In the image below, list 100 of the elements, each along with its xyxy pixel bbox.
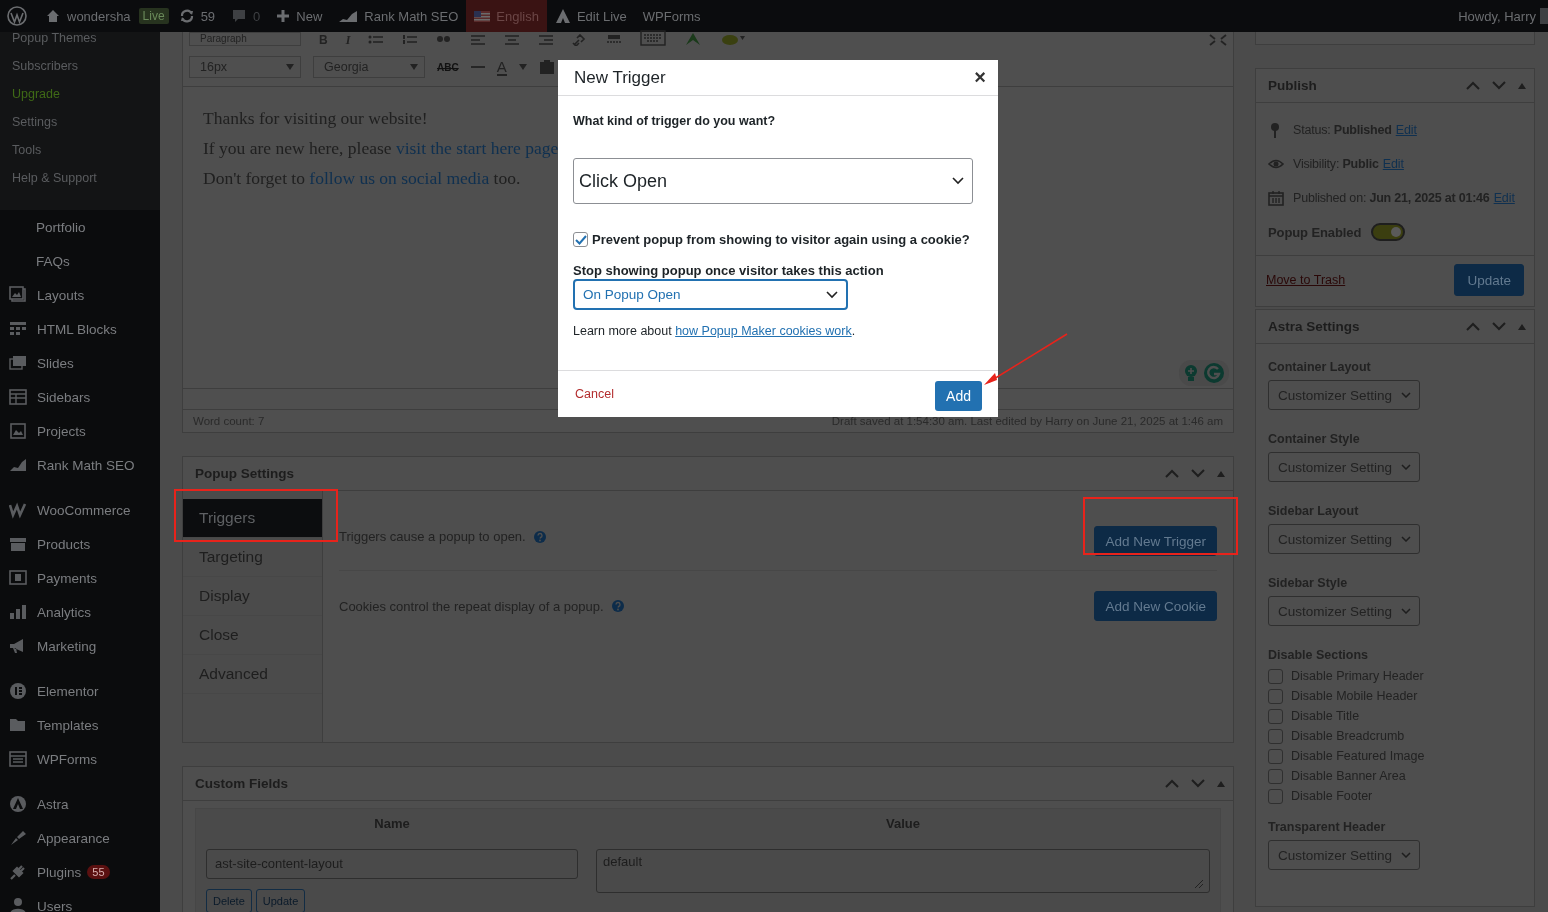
sidebar-item[interactable]: Plugins 55	[0, 855, 160, 889]
site-link[interactable]: wondersha	[37, 0, 139, 32]
chevron-up-icon[interactable]	[1466, 322, 1480, 331]
sidebar-item[interactable]: Templates	[0, 708, 160, 742]
submenu-item[interactable]: Tools	[0, 144, 160, 172]
sidebar-item[interactable]: Slides	[0, 346, 160, 380]
sidebar-item[interactable]: Rank Math SEO	[0, 448, 160, 482]
table-icon	[9, 388, 27, 406]
checkbox-label: Prevent popup from showing to visitor again using a cookie?	[592, 232, 970, 247]
bar-chart-icon	[9, 456, 27, 474]
checkbox[interactable]	[1268, 688, 1283, 704]
question-label: What kind of trigger do you want?	[573, 114, 777, 128]
field-button[interactable]: Delete	[206, 889, 252, 912]
new-link[interactable]: New	[268, 0, 331, 32]
sidebar-item[interactable]: WooCommerce	[0, 493, 160, 527]
triangle-up-icon[interactable]	[1217, 780, 1225, 787]
align-right-icon[interactable]	[538, 34, 555, 46]
resize-handle-icon	[1195, 880, 1203, 888]
align-center-icon[interactable]	[504, 34, 521, 46]
help-icon	[611, 600, 624, 612]
lightbulb-icon[interactable]	[1183, 364, 1199, 382]
help-text: .	[851, 324, 856, 338]
close-button[interactable]: ×	[974, 66, 986, 89]
strikethrough-button[interactable]: ABC	[437, 61, 459, 73]
checkbox[interactable]	[1268, 708, 1283, 724]
bullet-list-icon[interactable]	[368, 34, 385, 46]
chevron-down-icon[interactable]	[1492, 81, 1506, 90]
help-text: Learn more about	[573, 324, 673, 338]
image-icon	[9, 422, 27, 440]
submenu-item[interactable]: Help & Support	[0, 172, 160, 200]
chevron-up-icon[interactable]	[1165, 469, 1179, 478]
grammar-check-icon[interactable]	[1203, 362, 1225, 384]
trigger-type-dropdown[interactable]: Click Open	[573, 158, 973, 204]
sidebar-item[interactable]: Appearance	[0, 821, 160, 855]
plug-icon	[9, 863, 27, 881]
read-more-icon[interactable]	[606, 34, 623, 46]
field-button[interactable]: Update	[255, 889, 306, 912]
chevron-down-icon[interactable]	[1191, 469, 1205, 478]
sidebar-item[interactable]: HTML Blocks	[0, 312, 160, 346]
checkbox[interactable]	[1268, 748, 1283, 764]
sidebar-item[interactable]: Elementor	[0, 674, 160, 708]
sidebar-item[interactable]: Portfolio	[0, 210, 160, 244]
sidebar-item[interactable]: Marketing	[0, 629, 160, 663]
trash-link[interactable]: Move to Trash	[1266, 273, 1346, 287]
chevron-down-icon[interactable]	[1492, 322, 1506, 331]
updates-link[interactable]: 59	[170, 0, 224, 32]
align-left-icon[interactable]	[470, 34, 487, 46]
checkbox[interactable]	[1268, 668, 1283, 684]
add-button[interactable]: Add	[935, 381, 982, 411]
submenu-item[interactable]: Popup Themes	[0, 32, 160, 60]
checkbox[interactable]	[1268, 728, 1283, 744]
keyboard-icon[interactable]	[640, 30, 667, 46]
fullscreen-icon[interactable]	[1209, 34, 1227, 46]
toggle-switch[interactable]	[1371, 223, 1406, 241]
sidebar-item[interactable]: Payments	[0, 561, 160, 595]
box-icon	[9, 535, 27, 553]
chevron-down-icon	[952, 177, 964, 185]
chevron-down-icon[interactable]	[1191, 779, 1205, 788]
triangle-up-icon[interactable]	[1217, 470, 1225, 477]
sidebar-item[interactable]: Products	[0, 527, 160, 561]
update-button[interactable]: Update	[1454, 264, 1524, 296]
seo-link[interactable]: Rank Math SEO	[330, 0, 467, 32]
checkbox[interactable]	[573, 232, 588, 247]
chevron-up-icon[interactable]	[1466, 81, 1480, 90]
sidebar-item[interactable]: Projects	[0, 414, 160, 448]
caret-down-icon[interactable]	[518, 64, 527, 70]
zigzag-icon	[9, 501, 27, 519]
help-link[interactable]: how Popup Maker cookies work	[675, 324, 852, 338]
submenu-item[interactable]: Upgrade	[0, 88, 160, 116]
home-icon	[45, 8, 61, 24]
add-button[interactable]: Add New Cookie	[1094, 591, 1217, 621]
folder-icon	[9, 716, 27, 734]
edit-live-link[interactable]: Edit Live	[546, 0, 635, 32]
grid-icon	[9, 320, 27, 338]
checkbox[interactable]	[1268, 768, 1283, 784]
submenu-item[interactable]: Subscribers	[0, 60, 160, 88]
triangle-up-icon[interactable]	[1518, 323, 1526, 330]
sidebar-item[interactable]: FAQs	[0, 244, 160, 278]
person-icon	[9, 897, 27, 912]
sidebar-item[interactable]: WPForms	[0, 742, 160, 776]
action-dropdown[interactable]: On Popup Open	[573, 279, 848, 310]
checkbox[interactable]	[1268, 788, 1283, 804]
wordpress-logo-icon[interactable]	[7, 6, 27, 26]
clipboard-icon[interactable]	[538, 59, 555, 75]
sidebar-item[interactable]: Analytics	[0, 595, 160, 629]
submenu-item[interactable]: Settings	[0, 116, 160, 144]
forms-link[interactable]: WPForms	[634, 0, 709, 32]
caret-down-icon	[286, 64, 294, 70]
chevron-down-icon	[1401, 852, 1411, 858]
triangle-up-icon[interactable]	[1518, 82, 1526, 89]
greeting-link[interactable]: Howdy, Harry	[1450, 0, 1540, 32]
sidebar-item[interactable]: Layouts	[0, 278, 160, 312]
chevron-up-icon[interactable]	[1165, 779, 1179, 788]
tab[interactable]: Triggers	[183, 499, 322, 538]
sidebar-item[interactable]: Astra	[0, 787, 160, 821]
cancel-link[interactable]: Cancel	[575, 387, 614, 401]
add-button[interactable]: Add New Trigger	[1094, 526, 1217, 556]
sidebar-item[interactable]: Sidebars	[0, 380, 160, 414]
sidebar-item[interactable]: Users	[0, 889, 160, 912]
numbered-list-icon[interactable]	[402, 34, 419, 46]
